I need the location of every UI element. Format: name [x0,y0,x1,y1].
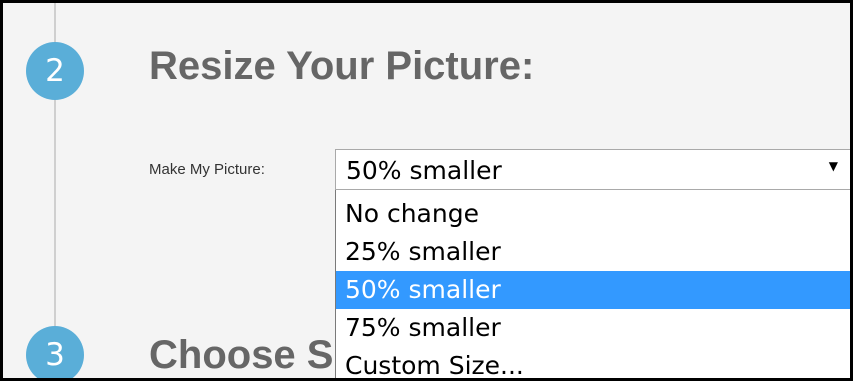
resize-dropdown-list: No change 25% smaller 50% smaller 75% sm… [335,190,850,378]
dropdown-arrow-icon[interactable]: ▼ [829,159,838,173]
dropdown-option-25-smaller[interactable]: 25% smaller [336,233,850,271]
resize-section-title: Resize Your Picture: [149,44,535,88]
make-my-picture-label: Make My Picture: [149,161,265,178]
step-3-circle: 3 [26,326,84,378]
resize-selected-value: 50% smaller [346,156,502,185]
step-2-circle: 2 [26,42,84,100]
choose-section-title: Choose S [149,333,334,377]
dropdown-option-no-change[interactable]: No change [336,195,850,233]
screenshot-frame: 2 Resize Your Picture: Make My Picture: … [0,0,853,381]
dropdown-option-50-smaller[interactable]: 50% smaller [336,271,850,309]
resize-select[interactable]: 50% smaller ▼ [335,149,850,190]
dropdown-option-custom-size[interactable]: Custom Size... [336,347,850,378]
dropdown-option-75-smaller[interactable]: 75% smaller [336,309,850,347]
